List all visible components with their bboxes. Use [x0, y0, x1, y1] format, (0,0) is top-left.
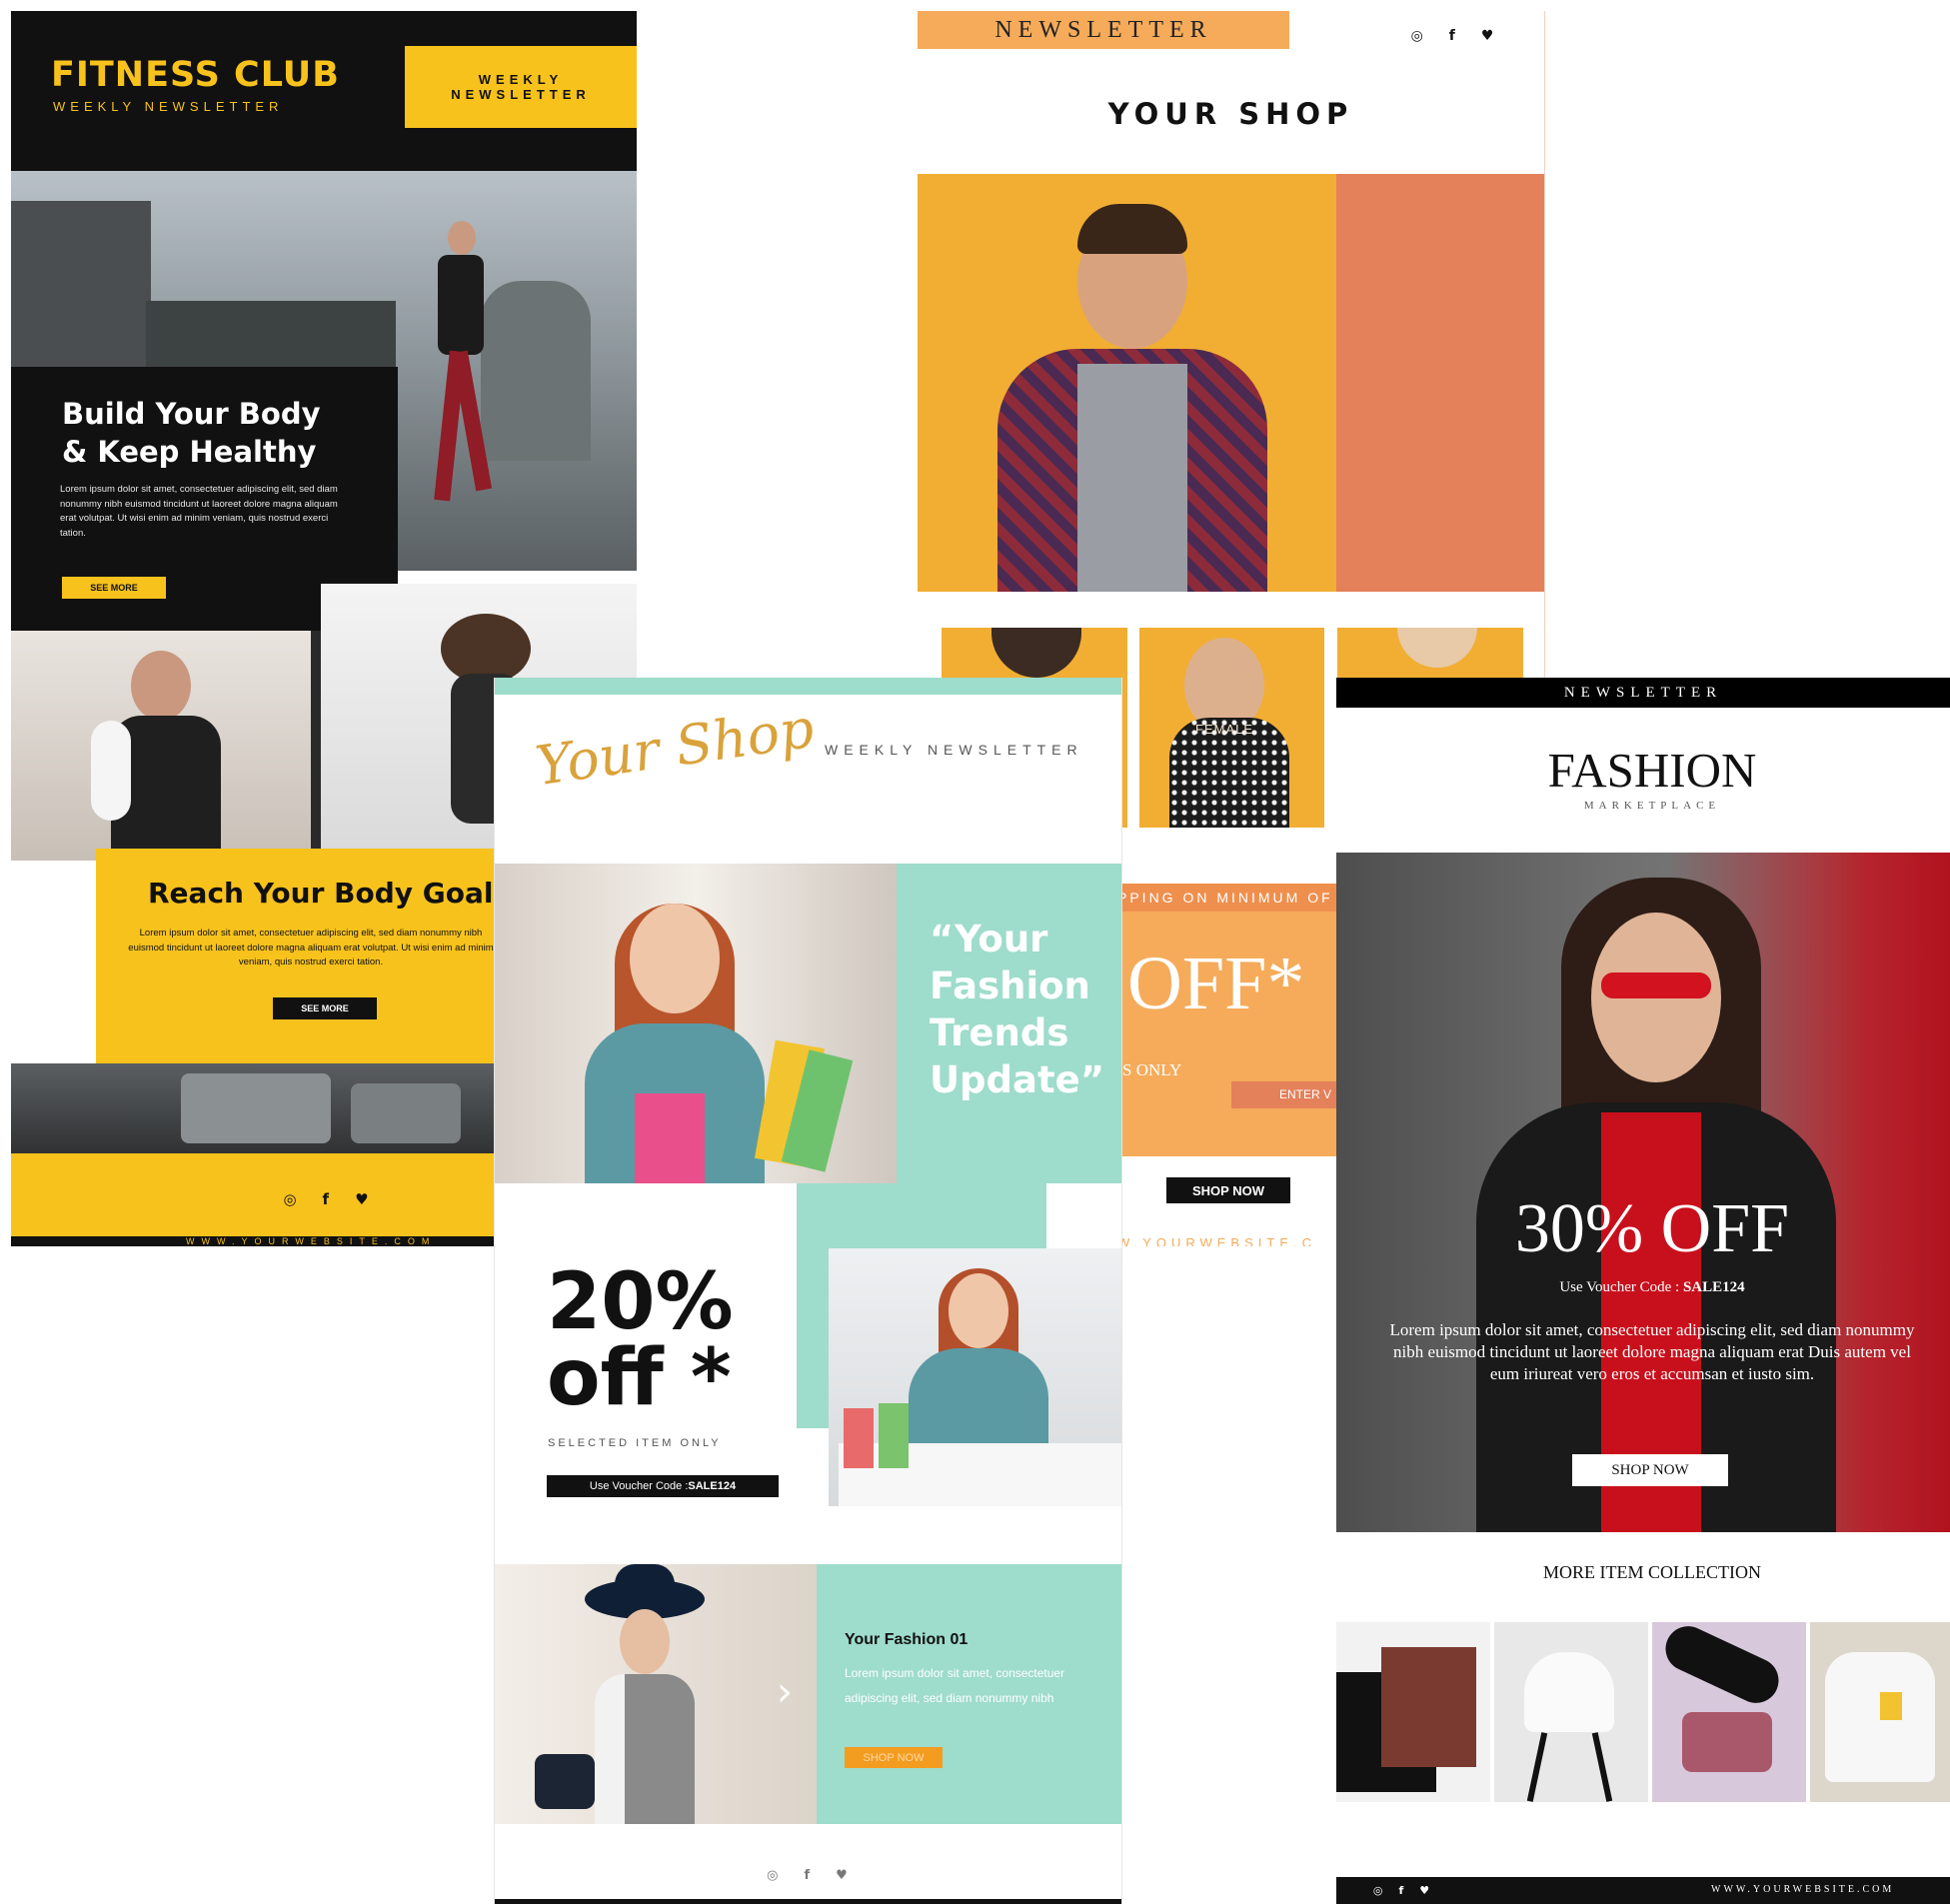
shop-shipping: PPING ON MINIMUM OF — [1117, 890, 1333, 906]
shop-enter[interactable]: ENTER V — [1279, 1087, 1331, 1101]
teal-quote-4: Update” — [930, 1058, 1105, 1101]
twitter-icon[interactable]: ♥ — [355, 1190, 368, 1208]
fitness-goals-title: Reach Your Body Goals — [148, 877, 511, 910]
fashion-text: Lorem ipsum dolor sit amet, consectetuer… — [1389, 1320, 1915, 1383]
fashion-brand: FASHION — [1547, 743, 1757, 798]
female-label: FEMALE — [1195, 722, 1254, 737]
collection-tshirts — [1336, 1622, 1490, 1802]
shop-label-bar: NEWSLETTER — [918, 11, 1289, 49]
smiling-man-photo — [918, 174, 1336, 592]
fitness-see-more-button[interactable]: SEE MORE — [62, 577, 166, 599]
woman-card-photo — [829, 1248, 1121, 1506]
facebook-icon[interactable]: f — [805, 1868, 811, 1883]
teal-header-label: WEEKLY NEWSLETTER — [825, 742, 1083, 758]
teal-social-icons: ◎ f ♥ — [745, 1862, 870, 1888]
teal-quote: “Your Fashion Trends Update” — [930, 916, 1104, 1103]
teal-top-bar — [495, 678, 1121, 695]
teal-item-title: Your Fashion 01 — [845, 1631, 969, 1648]
fitness-brand-sub: WEEKLY NEWSLETTER — [53, 99, 284, 114]
fashion-shop-now-button[interactable]: SHOP NOW — [1572, 1454, 1728, 1486]
fashion-label: NEWSLETTER — [1563, 684, 1723, 701]
twitter-icon[interactable]: ♥ — [1481, 28, 1494, 44]
instagram-icon[interactable]: ◎ — [1411, 28, 1423, 44]
fashion-voucher-prefix: Use Voucher Code : — [1559, 1279, 1683, 1295]
instagram-icon[interactable]: ◎ — [1373, 1884, 1383, 1897]
window-frame — [311, 631, 321, 861]
teal-selected: SELECTED ITEM ONLY — [548, 1437, 722, 1449]
fashion-brand-sub: MARKETPLACE — [1583, 800, 1721, 812]
runner-figure — [426, 221, 496, 521]
fashion-voucher-code: SALE124 — [1682, 1279, 1745, 1295]
instagram-icon[interactable]: ◎ — [767, 1868, 778, 1883]
tank-shape — [481, 281, 591, 461]
shop-only: S ONLY — [1122, 1060, 1182, 1079]
teal-discount-2: off * — [547, 1333, 732, 1423]
teal-discount: 20% off * — [547, 1257, 734, 1423]
facebook-icon[interactable]: f — [1398, 1884, 1403, 1897]
collection-shoes — [1652, 1622, 1806, 1802]
fitness-badge: WEEKLY NEWSLETTER — [405, 46, 637, 128]
shop-coral-panel — [1336, 174, 1544, 592]
twitter-icon[interactable]: ♥ — [1419, 1884, 1429, 1897]
woman-towel-photo — [11, 631, 311, 861]
fitness-hero-title: Build Your Body & Keep Healthy — [62, 395, 320, 471]
teal-item-text: Lorem ipsum dolor sit amet, consectetuer… — [845, 1666, 1065, 1705]
teal-footer-bar — [495, 1899, 1121, 1904]
fitness-badge-line1: WEEKLY — [478, 72, 564, 87]
fitness-brand: FITNESS CLUB — [51, 55, 340, 95]
fashion-social-icons: ◎ f ♥ — [1356, 1879, 1446, 1901]
instagram-icon[interactable]: ◎ — [283, 1190, 296, 1208]
fitness-hero-title-1: Build Your Body — [62, 397, 321, 431]
collection-hoodie — [1810, 1622, 1950, 1802]
fitness-hero-title-2: & Keep Healthy — [62, 435, 317, 469]
twitter-icon[interactable]: ♥ — [836, 1868, 848, 1883]
facebook-icon[interactable]: f — [323, 1190, 330, 1208]
teal-item-button[interactable]: SHOP NOW — [845, 1747, 943, 1768]
fitness-social-icons: ◎ f ♥ — [251, 1186, 401, 1212]
fashion-offer: 30% OFF — [1514, 1190, 1790, 1267]
teal-quote-2: Fashion — [930, 964, 1090, 1007]
fashion-website[interactable]: WWW.YOURWEBSITE.COM — [1711, 1884, 1894, 1895]
carousel-next-icon[interactable]: › — [777, 1669, 793, 1715]
teal-quote-3: Trends — [930, 1011, 1069, 1054]
teal-newsletter: Your Shop WEEKLY NEWSLETTER “Your Fashio… — [494, 678, 1122, 1904]
teal-voucher-code: SALE124 — [688, 1480, 737, 1492]
facebook-icon[interactable]: f — [1449, 28, 1455, 44]
fashion-newsletter: NEWSLETTER FASHION MARKETPLACE 30% OFF U… — [1336, 678, 1950, 1904]
woman-hat-photo — [495, 1564, 817, 1824]
fitness-website[interactable]: WWW.YOURWEBSITE.COM — [186, 1236, 436, 1246]
fashion-more-heading: MORE ITEM COLLECTION — [1543, 1562, 1761, 1582]
fitness-goals-button[interactable]: SEE MORE — [273, 997, 377, 1019]
fitness-goals-text: Lorem ipsum dolor sit amet, consectetuer… — [128, 928, 494, 968]
fitness-badge-line2: NEWSLETTER — [451, 87, 591, 102]
teal-logo[interactable]: Your Shop — [532, 697, 818, 798]
fashion-label-bar: NEWSLETTER — [1336, 678, 1950, 708]
teal-voucher-prefix: Use Voucher Code : — [589, 1480, 689, 1492]
shop-now-button[interactable]: SHOP NOW — [1166, 1177, 1290, 1203]
shop-social-icons: ◎ f ♥ — [1387, 23, 1517, 49]
shop-off: OFF* — [1127, 942, 1305, 1025]
collection-chair — [1494, 1622, 1648, 1802]
shop-title: YOUR SHOP — [1107, 97, 1354, 131]
teal-discount-1: 20% — [547, 1257, 734, 1347]
teal-voucher: Use Voucher Code : SALE124 — [547, 1475, 779, 1497]
shop-website[interactable]: W.YOURWEBSITE.C — [1117, 1235, 1316, 1246]
thumb-2: FEMALE — [1139, 628, 1324, 828]
teal-quote-1: “Your — [930, 918, 1048, 960]
woman-phone-photo — [495, 864, 897, 1183]
fitness-hero-text: Lorem ipsum dolor sit amet, consectetuer… — [60, 484, 338, 540]
fashion-voucher: Use Voucher Code : SALE124 — [1336, 1279, 1950, 1296]
shop-label: NEWSLETTER — [994, 16, 1212, 43]
